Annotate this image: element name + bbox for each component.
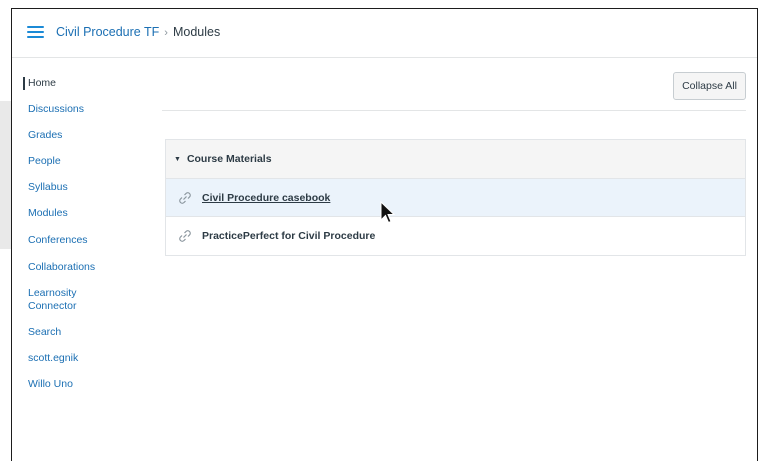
sidebar-item-willo-uno[interactable]: Willo Uno bbox=[23, 378, 73, 391]
sidebar-item-people[interactable]: People bbox=[23, 155, 61, 168]
sidebar-item-modules[interactable]: Modules bbox=[23, 207, 68, 220]
sidebar-item-user-link[interactable]: scott.egnik bbox=[23, 352, 78, 365]
module-header[interactable]: ▼ Course Materials bbox=[166, 140, 745, 179]
mouse-pointer-icon bbox=[380, 201, 396, 224]
breadcrumb-course-link[interactable]: Civil Procedure TF bbox=[56, 25, 159, 39]
page-header: Civil Procedure TF › Modules bbox=[12, 9, 757, 58]
module-item-practiceperfect[interactable]: PracticePerfect for Civil Procedure bbox=[166, 217, 745, 255]
link-icon bbox=[178, 229, 192, 243]
sidebar-item-learnosity-connector[interactable]: Learnosity Connector bbox=[23, 287, 98, 313]
sidebar-item-search[interactable]: Search bbox=[23, 326, 61, 339]
link-icon bbox=[178, 191, 192, 205]
backdrop-shade bbox=[0, 101, 11, 249]
module-item-title[interactable]: PracticePerfect for Civil Procedure bbox=[202, 230, 375, 242]
module-item-casebook[interactable]: Civil Procedure casebook bbox=[166, 179, 745, 217]
collapse-all-button[interactable]: Collapse All bbox=[673, 72, 746, 100]
sidebar-item-conferences[interactable]: Conferences bbox=[23, 234, 88, 247]
module-course-materials: ▼ Course Materials Civil Procedure caseb… bbox=[165, 139, 746, 256]
hamburger-menu-icon[interactable] bbox=[27, 25, 44, 38]
breadcrumb-separator: › bbox=[164, 27, 168, 39]
sidebar-item-discussions[interactable]: Discussions bbox=[23, 103, 84, 116]
sidebar-item-collaborations[interactable]: Collaborations bbox=[23, 261, 95, 274]
toolbar-divider bbox=[162, 110, 746, 111]
sidebar-item-syllabus[interactable]: Syllabus bbox=[23, 181, 68, 194]
browser-window: Civil Procedure TF › Modules Home Discussi… bbox=[11, 8, 758, 461]
sidebar-item-home[interactable]: Home bbox=[23, 77, 56, 90]
caret-down-icon: ▼ bbox=[174, 155, 181, 163]
breadcrumb: Civil Procedure TF › Modules bbox=[56, 23, 220, 42]
module-title: Course Materials bbox=[186, 153, 272, 165]
breadcrumb-current-page: Modules bbox=[172, 25, 221, 39]
sidebar-item-grades[interactable]: Grades bbox=[23, 129, 62, 142]
module-item-title[interactable]: Civil Procedure casebook bbox=[202, 192, 330, 204]
